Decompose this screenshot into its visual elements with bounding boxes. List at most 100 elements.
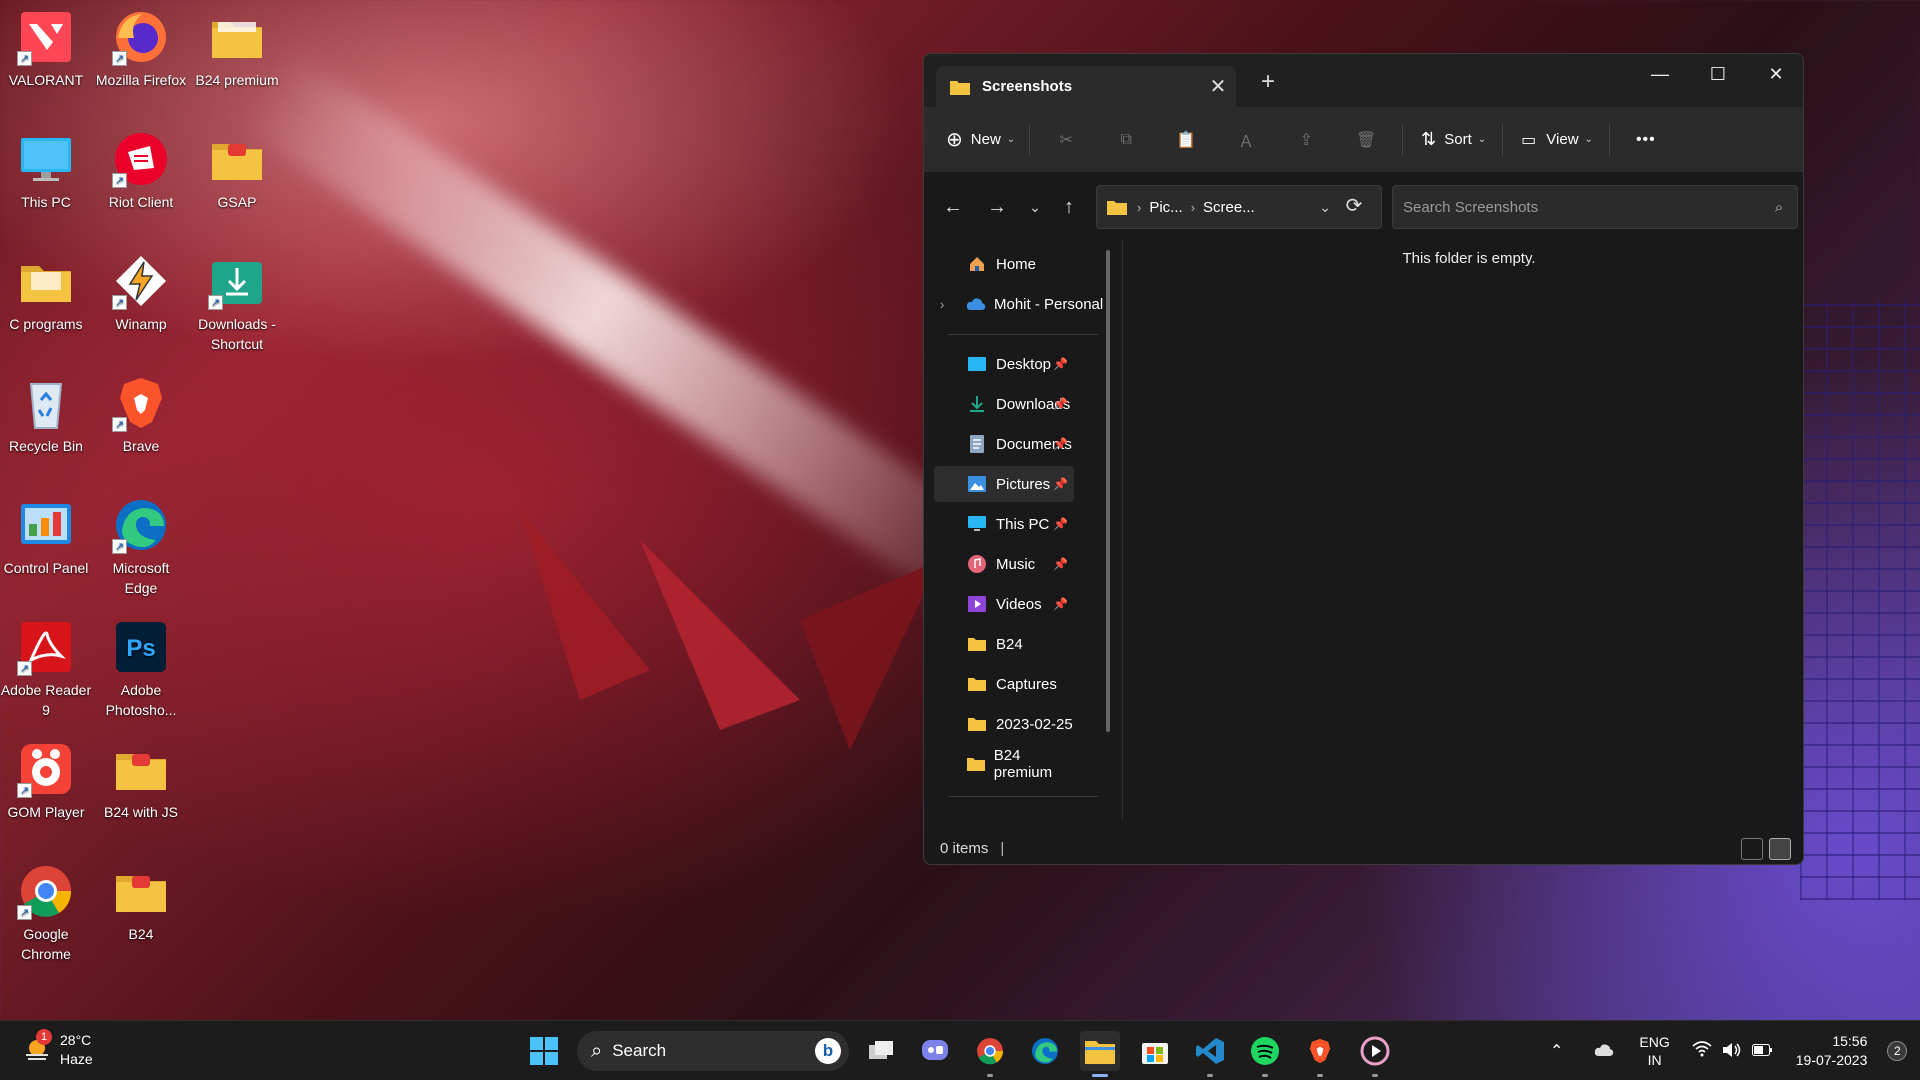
desktop-icon-c-programs[interactable]: C programs xyxy=(0,252,92,334)
search-box[interactable]: ⌕ xyxy=(1392,185,1798,229)
taskbar-chrome[interactable] xyxy=(970,1031,1010,1077)
new-button[interactable]: ⊕ New ⌄ xyxy=(946,120,1015,160)
status-divider: | xyxy=(1000,839,1005,857)
nav-item-music[interactable]: Music 📌 xyxy=(934,546,1074,582)
nav-item-documents[interactable]: Documents 📌 xyxy=(934,426,1074,462)
show-hidden-icons-chevron-icon[interactable]: ⌃ xyxy=(1550,1041,1563,1061)
desktop-icon-adobe-reader[interactable]: ↗ Adobe Reader 9 xyxy=(0,618,92,720)
nav-item-onedrive[interactable]: › Mohit - Personal xyxy=(934,286,1103,322)
pin-icon[interactable]: 📌 xyxy=(1053,357,1068,371)
title-bar[interactable]: Screenshots ✕ + — ☐ ✕ xyxy=(924,54,1803,107)
view-button[interactable]: ▭ View ⌄ xyxy=(1521,120,1593,160)
copy-icon[interactable]: ⧉ xyxy=(1096,120,1156,160)
pin-icon[interactable]: 📌 xyxy=(1053,397,1068,411)
refresh-icon[interactable]: ⟳ xyxy=(1340,193,1368,218)
tab-screenshots[interactable]: Screenshots ✕ xyxy=(936,66,1236,107)
pin-icon[interactable]: 📌 xyxy=(1053,597,1068,611)
desktop-icon-brave[interactable]: ↗ Brave xyxy=(95,374,187,456)
breadcrumb-screenshots[interactable]: Scree... xyxy=(1203,199,1255,216)
pin-icon[interactable]: 📌 xyxy=(1053,557,1068,571)
recent-locations-chevron-icon[interactable]: ⌄ xyxy=(1020,193,1050,221)
desktop-icon-control-panel[interactable]: Control Panel xyxy=(0,496,92,578)
desktop-icon-valorant[interactable]: ↗ VALORANT xyxy=(0,8,92,90)
clock-time: 15:56 xyxy=(1832,1033,1868,1049)
desktop-icon-b24-with-js[interactable]: B24 with JS xyxy=(95,740,187,822)
paste-icon[interactable]: 📋 xyxy=(1156,120,1216,160)
taskbar-media-player[interactable] xyxy=(1355,1031,1395,1077)
desktop-icon-photoshop[interactable]: Ps Adobe Photosho... xyxy=(95,618,187,720)
large-icons-view-icon[interactable] xyxy=(1769,838,1791,860)
pin-icon[interactable]: 📌 xyxy=(1053,437,1068,451)
volume-icon[interactable] xyxy=(1722,1042,1742,1061)
desktop-icon-this-pc[interactable]: This PC xyxy=(0,130,92,212)
folder-icon xyxy=(208,130,266,188)
more-options-button[interactable]: ••• xyxy=(1636,120,1656,160)
desktop-icon-downloads-shortcut[interactable]: ↗ Downloads - Shortcut xyxy=(191,252,283,354)
taskbar-spotify[interactable] xyxy=(1245,1031,1285,1077)
nav-item-this-pc[interactable]: This PC 📌 xyxy=(934,506,1074,542)
pin-icon[interactable]: 📌 xyxy=(1053,477,1068,491)
minimize-button[interactable]: — xyxy=(1631,54,1689,94)
clock[interactable]: 15:56 19-07-2023 xyxy=(1796,1032,1868,1070)
desktop-icon-riot-client[interactable]: ↗ Riot Client xyxy=(95,130,187,212)
navigation-pane-scrollbar[interactable] xyxy=(1106,250,1110,732)
address-dropdown-chevron-icon[interactable]: ⌄ xyxy=(1319,199,1331,216)
back-arrow-icon[interactable]: ← xyxy=(938,193,968,221)
taskbar-search[interactable]: ⌕ Search b xyxy=(577,1031,849,1071)
new-tab-button[interactable]: + xyxy=(1251,68,1285,96)
taskbar-edge[interactable] xyxy=(1025,1031,1065,1071)
taskbar-microsoft-store[interactable] xyxy=(1135,1031,1175,1071)
task-view-button[interactable] xyxy=(861,1031,901,1071)
pane-divider[interactable] xyxy=(1122,240,1123,820)
adobe-reader-icon: ↗ xyxy=(17,618,75,676)
desktop-icon-recycle-bin[interactable]: Recycle Bin xyxy=(0,374,92,456)
nav-item-folder[interactable]: B24 xyxy=(934,626,1074,662)
nav-item-folder[interactable]: B24 premium xyxy=(934,746,1074,782)
start-button[interactable] xyxy=(524,1031,564,1071)
desktop-icon-gom-player[interactable]: ↗ GOM Player xyxy=(0,740,92,822)
sort-button[interactable]: ⇅ Sort ⌄ xyxy=(1421,120,1486,160)
onedrive-cloud-icon[interactable] xyxy=(1593,1043,1615,1060)
language-indicator[interactable]: ENG IN xyxy=(1639,1033,1669,1069)
close-tab-icon[interactable]: ✕ xyxy=(1200,74,1236,99)
taskbar-brave[interactable] xyxy=(1300,1031,1340,1077)
desktop-icon-winamp[interactable]: ↗ Winamp xyxy=(95,252,187,334)
search-input[interactable] xyxy=(1403,198,1761,216)
desktop-icon-microsoft-edge[interactable]: ↗ Microsoft Edge xyxy=(95,496,187,598)
breadcrumb-pictures[interactable]: Pic... xyxy=(1149,199,1182,216)
nav-item-folder[interactable]: Captures xyxy=(934,666,1074,702)
desktop-icon-b24-premium[interactable]: B24 premium xyxy=(191,8,283,90)
nav-item-videos[interactable]: Videos 📌 xyxy=(934,586,1074,622)
desktop-icon-label: VALORANT xyxy=(8,72,84,88)
forward-arrow-icon[interactable]: → xyxy=(982,193,1012,221)
navigation-pane: Home › Mohit - Personal Desktop 📌 Downlo… xyxy=(934,240,1103,820)
battery-icon[interactable] xyxy=(1751,1043,1772,1059)
nav-item-desktop[interactable]: Desktop 📌 xyxy=(934,346,1074,382)
notification-badge[interactable]: 2 xyxy=(1887,1041,1908,1061)
bing-icon[interactable]: b xyxy=(815,1038,841,1064)
desktop-icon-google-chrome[interactable]: ↗ Google Chrome xyxy=(0,862,92,964)
close-window-button[interactable]: ✕ xyxy=(1747,54,1803,94)
wifi-icon[interactable] xyxy=(1692,1040,1712,1062)
pin-icon[interactable]: 📌 xyxy=(1053,517,1068,531)
desktop-icon-firefox[interactable]: ↗ Mozilla Firefox xyxy=(95,8,187,90)
details-view-icon[interactable] xyxy=(1741,838,1763,860)
riot-icon: ↗ xyxy=(112,130,170,188)
nav-item-downloads[interactable]: Downloads 📌 xyxy=(934,386,1074,422)
share-icon[interactable]: ⇪ xyxy=(1276,120,1336,160)
nav-item-pictures[interactable]: Pictures 📌 xyxy=(934,466,1074,502)
weather-widget[interactable]: 1 28°C Haze xyxy=(22,1029,93,1069)
nav-item-folder[interactable]: 2023-02-25 xyxy=(934,706,1074,742)
taskbar-vscode[interactable] xyxy=(1190,1031,1230,1077)
taskbar-teams-chat[interactable] xyxy=(915,1031,955,1071)
maximize-button[interactable]: ☐ xyxy=(1689,54,1747,94)
nav-item-home[interactable]: Home xyxy=(934,246,1074,282)
rename-icon[interactable]: Ａ xyxy=(1216,120,1276,160)
cut-icon[interactable]: ✂ xyxy=(1036,120,1096,160)
desktop-icon-gsap[interactable]: GSAP xyxy=(191,130,283,212)
expand-chevron-icon[interactable]: › xyxy=(940,297,944,312)
delete-icon[interactable]: 🗑 xyxy=(1336,120,1396,160)
desktop-icon-b24[interactable]: B24 xyxy=(95,862,187,944)
up-arrow-icon[interactable]: ↑ xyxy=(1054,193,1084,221)
taskbar-file-explorer[interactable] xyxy=(1080,1031,1120,1077)
